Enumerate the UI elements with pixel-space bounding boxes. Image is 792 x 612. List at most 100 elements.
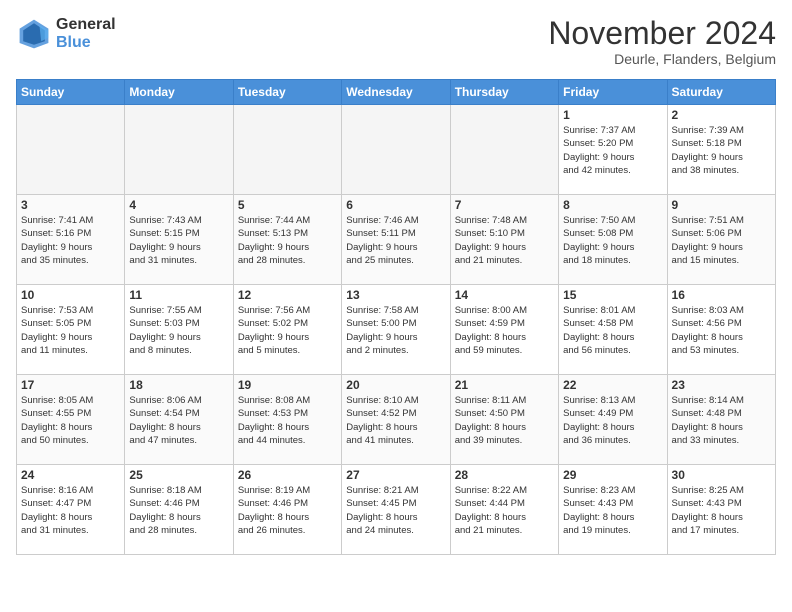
- day-number: 24: [21, 468, 120, 482]
- day-info: Sunrise: 8:06 AM Sunset: 4:54 PM Dayligh…: [129, 394, 228, 447]
- logo-icon: [16, 16, 52, 52]
- table-row: 10Sunrise: 7:53 AM Sunset: 5:05 PM Dayli…: [17, 285, 125, 375]
- logo-blue-text: Blue: [56, 34, 116, 52]
- table-row: [342, 105, 450, 195]
- table-row: 13 Sunrise: 7:58 AM Sunset: 5:00 PM Dayli…: [342, 285, 450, 375]
- table-row: 30Sunrise: 8:25 AM Sunset: 4:43 PM Dayli…: [667, 465, 775, 555]
- header-monday: Monday: [125, 80, 233, 105]
- table-row: 16 Sunrise: 8:03 AM Sunset: 4:56 PM Dayli…: [667, 285, 775, 375]
- logo-text: General Blue: [56, 16, 116, 51]
- header: General Blue November 2024 Deurle, Fland…: [16, 16, 776, 67]
- table-row: 19 Sunrise: 8:08 AM Sunset: 4:53 PM Dayli…: [233, 375, 341, 465]
- day-number: 3: [21, 198, 120, 212]
- day-number: 14: [455, 288, 554, 302]
- logo-general-text: General: [56, 16, 116, 34]
- table-row: 8 Sunrise: 7:50 AM Sunset: 5:08 PM Daylig…: [559, 195, 667, 285]
- title-block: November 2024 Deurle, Flanders, Belgium: [548, 16, 776, 67]
- table-row: [17, 105, 125, 195]
- table-row: 3Sunrise: 7:41 AM Sunset: 5:16 PM Daylig…: [17, 195, 125, 285]
- calendar-table: Sunday Monday Tuesday Wednesday Thursday…: [16, 79, 776, 555]
- calendar-week-row: 24 Sunrise: 8:16 AM Sunset: 4:47 PM Dayli…: [17, 465, 776, 555]
- day-number: 5: [238, 198, 337, 212]
- day-info: Sunrise: 7:46 AM Sunset: 5:11 PM Dayligh…: [346, 214, 445, 267]
- day-info: Sunrise: 8:01 AM Sunset: 4:58 PM Dayligh…: [563, 304, 662, 357]
- day-info: Sunrise: 7:43 AM Sunset: 5:15 PM Dayligh…: [129, 214, 228, 267]
- day-info: Sunrise: 7:58 AM Sunset: 5:00 PM Dayligh…: [346, 304, 445, 357]
- table-row: 29 Sunrise: 8:23 AM Sunset: 4:43 PM Dayli…: [559, 465, 667, 555]
- day-info: Sunrise: 8:19 AM Sunset: 4:46 PM Dayligh…: [238, 484, 337, 537]
- day-number: 7: [455, 198, 554, 212]
- header-saturday: Saturday: [667, 80, 775, 105]
- day-info: Sunrise: 8:16 AM Sunset: 4:47 PM Dayligh…: [21, 484, 120, 537]
- header-tuesday: Tuesday: [233, 80, 341, 105]
- day-number: 25: [129, 468, 228, 482]
- day-number: 6: [346, 198, 445, 212]
- day-number: 8: [563, 198, 662, 212]
- day-number: 1: [563, 108, 662, 122]
- day-number: 12: [238, 288, 337, 302]
- table-row: 18Sunrise: 8:06 AM Sunset: 4:54 PM Dayli…: [125, 375, 233, 465]
- table-row: 23Sunrise: 8:14 AM Sunset: 4:48 PM Dayli…: [667, 375, 775, 465]
- day-number: 23: [672, 378, 771, 392]
- table-row: [125, 105, 233, 195]
- day-info: Sunrise: 7:51 AM Sunset: 5:06 PM Dayligh…: [672, 214, 771, 267]
- day-number: 21: [455, 378, 554, 392]
- table-row: 26 Sunrise: 8:19 AM Sunset: 4:46 PM Dayli…: [233, 465, 341, 555]
- table-row: 25 Sunrise: 8:18 AM Sunset: 4:46 PM Dayli…: [125, 465, 233, 555]
- table-row: 20 Sunrise: 8:10 AM Sunset: 4:52 PM Dayli…: [342, 375, 450, 465]
- table-row: 1 Sunrise: 7:37 AM Sunset: 5:20 PM Daylig…: [559, 105, 667, 195]
- table-row: 14Sunrise: 8:00 AM Sunset: 4:59 PM Dayli…: [450, 285, 558, 375]
- calendar-week-row: 3Sunrise: 7:41 AM Sunset: 5:16 PM Daylig…: [17, 195, 776, 285]
- calendar-week-row: 1 Sunrise: 7:37 AM Sunset: 5:20 PM Daylig…: [17, 105, 776, 195]
- day-info: Sunrise: 7:55 AM Sunset: 5:03 PM Dayligh…: [129, 304, 228, 357]
- table-row: 2Sunrise: 7:39 AM Sunset: 5:18 PM Daylig…: [667, 105, 775, 195]
- day-number: 22: [563, 378, 662, 392]
- day-info: Sunrise: 8:11 AM Sunset: 4:50 PM Dayligh…: [455, 394, 554, 447]
- table-row: 6 Sunrise: 7:46 AM Sunset: 5:11 PM Daylig…: [342, 195, 450, 285]
- table-row: 9Sunrise: 7:51 AM Sunset: 5:06 PM Daylig…: [667, 195, 775, 285]
- location: Deurle, Flanders, Belgium: [548, 51, 776, 67]
- day-info: Sunrise: 7:53 AM Sunset: 5:05 PM Dayligh…: [21, 304, 120, 357]
- table-row: 24 Sunrise: 8:16 AM Sunset: 4:47 PM Dayli…: [17, 465, 125, 555]
- day-info: Sunrise: 8:23 AM Sunset: 4:43 PM Dayligh…: [563, 484, 662, 537]
- logo: General Blue: [16, 16, 116, 52]
- day-number: 26: [238, 468, 337, 482]
- day-number: 17: [21, 378, 120, 392]
- day-number: 19: [238, 378, 337, 392]
- day-number: 16: [672, 288, 771, 302]
- day-number: 20: [346, 378, 445, 392]
- table-row: 22Sunrise: 8:13 AM Sunset: 4:49 PM Dayli…: [559, 375, 667, 465]
- day-info: Sunrise: 7:39 AM Sunset: 5:18 PM Dayligh…: [672, 124, 771, 177]
- header-thursday: Thursday: [450, 80, 558, 105]
- table-row: 28Sunrise: 8:22 AM Sunset: 4:44 PM Dayli…: [450, 465, 558, 555]
- calendar-week-row: 10Sunrise: 7:53 AM Sunset: 5:05 PM Dayli…: [17, 285, 776, 375]
- day-info: Sunrise: 7:50 AM Sunset: 5:08 PM Dayligh…: [563, 214, 662, 267]
- day-number: 15: [563, 288, 662, 302]
- day-number: 13: [346, 288, 445, 302]
- day-info: Sunrise: 8:03 AM Sunset: 4:56 PM Dayligh…: [672, 304, 771, 357]
- header-sunday: Sunday: [17, 80, 125, 105]
- day-info: Sunrise: 8:10 AM Sunset: 4:52 PM Dayligh…: [346, 394, 445, 447]
- day-number: 29: [563, 468, 662, 482]
- day-info: Sunrise: 8:08 AM Sunset: 4:53 PM Dayligh…: [238, 394, 337, 447]
- day-info: Sunrise: 7:44 AM Sunset: 5:13 PM Dayligh…: [238, 214, 337, 267]
- table-row: 7 Sunrise: 7:48 AM Sunset: 5:10 PM Daylig…: [450, 195, 558, 285]
- month-title: November 2024: [548, 16, 776, 51]
- day-info: Sunrise: 7:56 AM Sunset: 5:02 PM Dayligh…: [238, 304, 337, 357]
- day-info: Sunrise: 8:05 AM Sunset: 4:55 PM Dayligh…: [21, 394, 120, 447]
- calendar-header-row: Sunday Monday Tuesday Wednesday Thursday…: [17, 80, 776, 105]
- day-info: Sunrise: 7:37 AM Sunset: 5:20 PM Dayligh…: [563, 124, 662, 177]
- header-friday: Friday: [559, 80, 667, 105]
- day-number: 4: [129, 198, 228, 212]
- day-info: Sunrise: 8:25 AM Sunset: 4:43 PM Dayligh…: [672, 484, 771, 537]
- table-row: 12 Sunrise: 7:56 AM Sunset: 5:02 PM Dayli…: [233, 285, 341, 375]
- table-row: 17 Sunrise: 8:05 AM Sunset: 4:55 PM Dayli…: [17, 375, 125, 465]
- table-row: 27Sunrise: 8:21 AM Sunset: 4:45 PM Dayli…: [342, 465, 450, 555]
- day-info: Sunrise: 8:18 AM Sunset: 4:46 PM Dayligh…: [129, 484, 228, 537]
- header-wednesday: Wednesday: [342, 80, 450, 105]
- table-row: 21 Sunrise: 8:11 AM Sunset: 4:50 PM Dayli…: [450, 375, 558, 465]
- day-info: Sunrise: 7:48 AM Sunset: 5:10 PM Dayligh…: [455, 214, 554, 267]
- table-row: 11Sunrise: 7:55 AM Sunset: 5:03 PM Dayli…: [125, 285, 233, 375]
- day-number: 27: [346, 468, 445, 482]
- calendar-week-row: 17 Sunrise: 8:05 AM Sunset: 4:55 PM Dayli…: [17, 375, 776, 465]
